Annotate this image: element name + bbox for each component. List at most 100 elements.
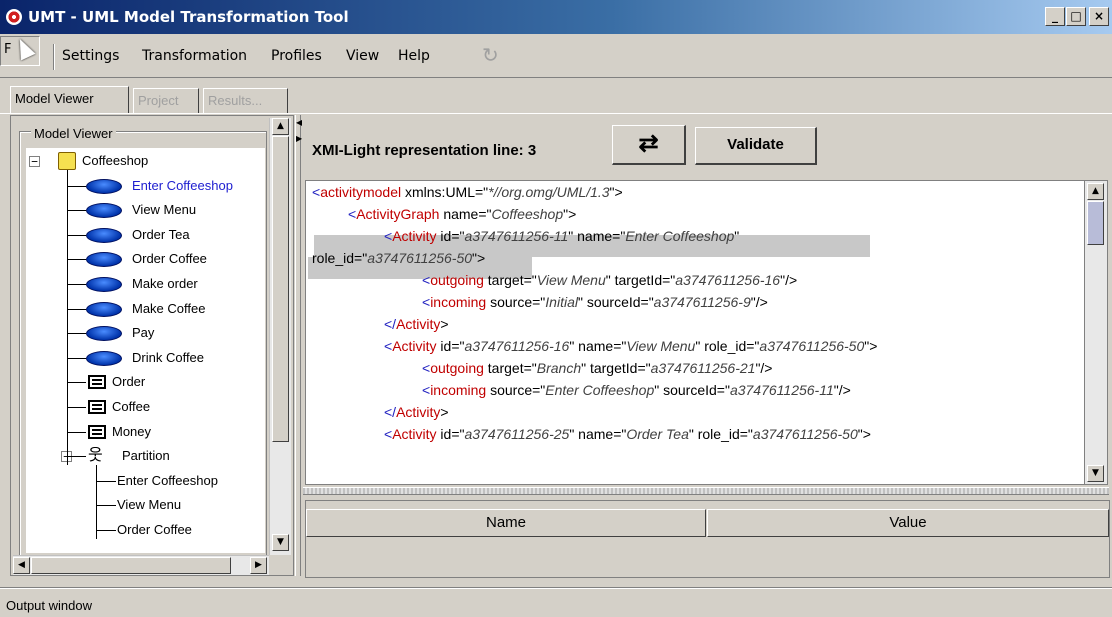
- tab-results[interactable]: Results...: [203, 88, 288, 113]
- tree-node[interactable]: Make Coffee: [26, 298, 265, 320]
- menu-settings[interactable]: Settings: [62, 48, 119, 64]
- tree-horizontal-scrollbar[interactable]: ◀ ▶: [13, 555, 269, 575]
- tree-node[interactable]: Enter Coffeeshop: [26, 175, 265, 197]
- editor-scroll-up-button[interactable]: ▲: [1087, 183, 1104, 200]
- close-button[interactable]: ×: [1089, 7, 1109, 26]
- hscroll-thumb[interactable]: [31, 557, 231, 574]
- swap-button[interactable]: ⇄: [612, 125, 686, 165]
- menu-help[interactable]: Help: [398, 48, 430, 64]
- xmi-token-tag: Activity: [396, 316, 441, 332]
- xmi-editor[interactable]: <activitymodel xmlns:UML="*//org.omg/UML…: [305, 180, 1092, 485]
- scroll-down-button[interactable]: ▼: [272, 534, 289, 551]
- validate-button[interactable]: Validate: [695, 127, 817, 165]
- model-viewer-group-label: Model Viewer: [31, 126, 116, 141]
- xmi-token-open: <: [348, 206, 357, 222]
- editor-scroll-thumb[interactable]: [1087, 201, 1104, 245]
- tree-node[interactable]: View Menu: [26, 199, 265, 221]
- maximize-button[interactable]: □: [1066, 7, 1086, 26]
- scroll-left-button[interactable]: ◀: [13, 557, 30, 574]
- tree-node[interactable]: Order Tea: [26, 224, 265, 246]
- xmi-token-tag: outgoing: [430, 360, 484, 376]
- tree-node-label: Order Tea: [132, 226, 190, 242]
- tab-divider: [0, 113, 1112, 114]
- tree-node[interactable]: Make order: [26, 273, 265, 295]
- xmi-token-rest: target=": [483, 360, 537, 376]
- xmi-token-rest: source=": [486, 382, 546, 398]
- xmi-token-val: Initial: [545, 294, 578, 310]
- xmi-token-open: </: [384, 404, 397, 420]
- tree-node[interactable]: Drink Coffee: [26, 347, 265, 369]
- tree-connector: [67, 382, 86, 384]
- xmi-toolbar: XMI-Light representation line: 3 ⇄ Valid…: [302, 117, 1110, 179]
- xmi-token-tail2: " role_id=": [695, 338, 760, 354]
- tree-node[interactable]: Coffee: [26, 396, 265, 418]
- menu-view[interactable]: View: [346, 48, 379, 64]
- tree-node[interactable]: Money: [26, 421, 265, 443]
- tree-node-label: Make order: [132, 276, 198, 291]
- xmi-token-val: a3747611256-11: [464, 228, 569, 244]
- xmi-token-val2: a3747611256-16: [675, 272, 781, 288]
- tree-connector: [67, 456, 86, 458]
- xmi-token-val: Coffeeshop: [491, 206, 564, 222]
- tree-node[interactable]: −웃Partition: [26, 445, 265, 467]
- activity-icon: [86, 326, 122, 342]
- editor-vertical-scrollbar[interactable]: ▲ ▼: [1084, 180, 1108, 485]
- model-tree[interactable]: − Coffeeshop Enter Coffeeshop View Menu Orde…: [26, 148, 265, 553]
- activity-icon: [86, 301, 122, 317]
- column-header-value[interactable]: Value: [707, 509, 1109, 537]
- tree-node[interactable]: − Coffeeshop: [26, 150, 265, 172]
- activity-icon: [86, 203, 122, 219]
- actor-icon: 웃: [88, 447, 103, 465]
- xmi-token-tail: ">: [563, 206, 577, 222]
- tree-node[interactable]: Pay: [26, 322, 265, 344]
- xmi-token-tail2: "/>: [750, 294, 768, 310]
- xmi-token-val2: Order Tea: [626, 426, 689, 442]
- minimize-button[interactable]: _: [1045, 7, 1065, 26]
- xmi-token-open: <: [384, 338, 393, 354]
- tree-connector: [67, 210, 86, 212]
- scroll-thumb[interactable]: [272, 136, 289, 442]
- tree-connector: [67, 333, 86, 335]
- xmi-token-rest: role_id=": [312, 250, 368, 266]
- tab-project[interactable]: Project: [133, 88, 199, 113]
- collapse-icon[interactable]: −: [29, 156, 40, 167]
- tree-connector: [96, 465, 97, 539]
- class-icon: [88, 424, 106, 439]
- vertical-splitter[interactable]: ◀ ▶: [295, 115, 302, 576]
- output-window-label: Output window: [6, 598, 92, 613]
- horizontal-splitter[interactable]: [303, 487, 1109, 495]
- xmi-token-rest: name=": [439, 206, 492, 222]
- editor-scroll-down-button[interactable]: ▼: [1087, 465, 1104, 482]
- tree-vertical-scrollbar[interactable]: ▲ ▼: [269, 118, 291, 555]
- tree-node[interactable]: Order: [26, 371, 265, 393]
- tree-node[interactable]: Order Coffee: [26, 519, 265, 541]
- tree-node-label: Coffee: [112, 399, 151, 414]
- scroll-right-button[interactable]: ▶: [250, 557, 267, 574]
- xmi-token-rest: target=": [483, 272, 537, 288]
- tab-model-viewer[interactable]: Model Viewer: [10, 86, 129, 113]
- tree-connector: [96, 505, 116, 507]
- xmi-token-tail: ">: [609, 184, 623, 200]
- tree-node[interactable]: Order Coffee: [26, 248, 265, 270]
- xmi-token-tag: outgoing: [430, 272, 484, 288]
- title-bar: UMT - UML Model Transformation Tool _ □ …: [0, 0, 1112, 34]
- scroll-up-button[interactable]: ▲: [272, 118, 289, 135]
- xmi-token-val: a3747611256-25: [464, 426, 570, 442]
- xmi-token-open: <: [422, 360, 431, 376]
- menu-profiles[interactable]: Profiles: [271, 48, 322, 64]
- tree-node-label: Order Coffee: [117, 522, 192, 537]
- refresh-icon[interactable]: ↻: [482, 45, 502, 65]
- xmi-token-open: <: [312, 184, 321, 200]
- window-title: UMT - UML Model Transformation Tool: [28, 8, 349, 26]
- xmi-token-val2: a3747611256-21: [650, 360, 756, 376]
- tree-connector: [67, 284, 86, 285]
- xmi-token-tail: >: [440, 404, 449, 420]
- menu-file[interactable]: F: [0, 35, 40, 66]
- xmi-token-tail: " targetId=": [605, 272, 676, 288]
- column-header-name[interactable]: Name: [306, 509, 706, 537]
- menu-transformation[interactable]: Transformation: [142, 48, 247, 64]
- tree-node[interactable]: Enter Coffeeshop: [26, 470, 265, 492]
- tree-node[interactable]: View Menu: [26, 494, 265, 516]
- menu-file-label: F: [4, 42, 12, 57]
- tree-connector: [96, 530, 116, 531]
